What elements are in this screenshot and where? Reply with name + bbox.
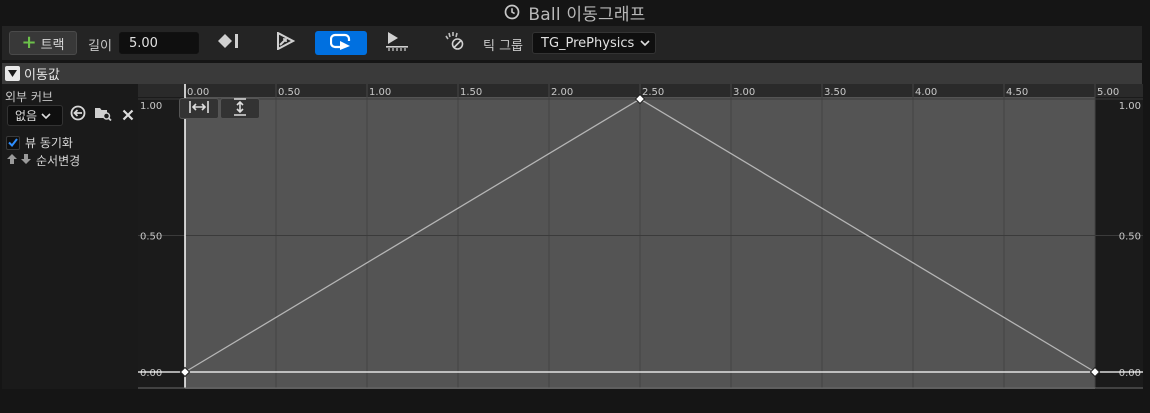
- autoplay-button[interactable]: [270, 31, 300, 55]
- x-tick-label: 0.00: [187, 87, 209, 98]
- tick-group-label: 틱 그룹: [483, 39, 524, 54]
- title-bar: Ball 이동그래프: [0, 0, 1150, 25]
- clock-icon: [504, 4, 520, 20]
- replicated-icon: [385, 31, 409, 55]
- section-title: 이동값: [24, 68, 60, 83]
- fit-vertical-button[interactable]: [220, 97, 260, 120]
- arrow-up-icon[interactable]: [6, 153, 18, 168]
- replicated-button[interactable]: [382, 31, 412, 55]
- tick-group-dropdown[interactable]: TG_PrePhysics: [532, 32, 656, 54]
- y-tick-label-right: 0.00: [1119, 368, 1141, 379]
- add-track-button[interactable]: + 트랙: [9, 31, 77, 55]
- y-tick-label-left: 0.00: [140, 368, 162, 379]
- add-track-label: 트랙: [40, 37, 65, 53]
- curve-graph-canvas[interactable]: 0.00 0.50 1.00 1.50 2.00 2.50 3.00 3.50 4.00 4.50…: [138, 84, 1143, 389]
- chevron-down-icon: [640, 36, 650, 51]
- y-tick-label-right: 0.50: [1119, 232, 1141, 243]
- track-side-panel: 외부 커브 없음 뷰 동기화 순서변경: [2, 84, 138, 389]
- tick-group-value: TG_PrePhysics: [541, 35, 635, 51]
- left-arrow-circle-icon: [70, 105, 86, 125]
- curve-graph[interactable]: 0.00 0.50 1.00 1.50 2.00 2.50 3.00 3.50 4.00 4.50…: [138, 84, 1143, 389]
- x-tick-label: 2.50: [642, 87, 664, 98]
- close-icon: [122, 106, 134, 125]
- use-last-keyframe-button[interactable]: [214, 31, 244, 55]
- x-tick-label: 2.00: [551, 87, 573, 98]
- browse-asset-button[interactable]: [94, 106, 112, 124]
- x-tick-label: 1.50: [460, 87, 482, 98]
- folder-search-icon: [94, 105, 112, 125]
- x-tick-label: 4.50: [1006, 87, 1028, 98]
- x-tick-label: 5.00: [1097, 87, 1119, 98]
- clear-curve-button[interactable]: [119, 106, 137, 124]
- section-header[interactable]: 이동값: [2, 63, 1142, 84]
- length-label: 길이: [88, 39, 112, 54]
- collapse-arrow-icon[interactable]: [5, 66, 20, 81]
- last-keyframe-icon: [218, 33, 240, 53]
- x-tick-label: 0.50: [278, 87, 300, 98]
- y-tick-label-right: 1.00: [1119, 101, 1141, 112]
- window-title: Ball 이동그래프: [528, 4, 646, 25]
- use-selected-asset-button[interactable]: [69, 105, 87, 125]
- external-curve-value: 없음: [15, 109, 38, 123]
- sync-view-checkbox[interactable]: [6, 135, 20, 150]
- reorder-label: 순서변경: [36, 154, 81, 168]
- fit-horizontal-icon: [189, 99, 209, 118]
- x-tick-label: 1.00: [369, 87, 391, 98]
- toolbar: + 트랙 길이 틱 그룹 TG_PrePhysics: [2, 26, 1142, 60]
- time-dilation-icon: [443, 31, 465, 55]
- plus-icon: +: [21, 32, 37, 53]
- sync-view-label: 뷰 동기화: [25, 136, 73, 150]
- autoplay-icon: [275, 31, 296, 54]
- x-tick-label: 3.00: [733, 87, 755, 98]
- x-tick-label: 4.00: [915, 87, 937, 98]
- external-curve-label: 외부 커브: [5, 90, 53, 104]
- arrow-down-icon[interactable]: [20, 153, 32, 168]
- fit-vertical-icon: [233, 97, 247, 120]
- sync-view-toggle[interactable]: 뷰 동기화: [6, 134, 73, 151]
- chevron-down-icon: [41, 109, 51, 123]
- x-tick-label: 3.50: [824, 87, 846, 98]
- y-tick-label-left: 0.50: [140, 232, 162, 243]
- fit-horizontal-button[interactable]: [179, 98, 219, 119]
- loop-icon: [329, 32, 352, 54]
- y-tick-label-left: 1.00: [140, 101, 162, 112]
- length-input[interactable]: [119, 32, 199, 54]
- reorder-control[interactable]: 순서변경: [6, 152, 80, 169]
- ignore-time-dilation-button[interactable]: [439, 31, 469, 55]
- external-curve-dropdown[interactable]: 없음: [7, 105, 63, 126]
- loop-button[interactable]: [315, 31, 367, 55]
